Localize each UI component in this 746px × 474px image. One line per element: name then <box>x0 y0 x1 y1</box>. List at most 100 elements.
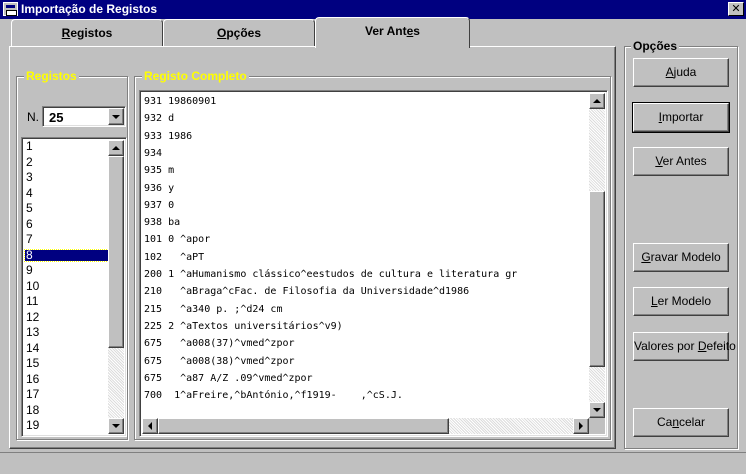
list-item[interactable]: 15 <box>25 357 120 369</box>
tab-label: Ver Ant <box>365 24 407 38</box>
close-icon: ✕ <box>731 3 741 15</box>
button-label: Ca <box>656 415 673 429</box>
tab-label: pções <box>226 26 262 40</box>
list-item[interactable]: 11 <box>25 295 120 307</box>
tab-label: s <box>413 24 420 38</box>
text-horizontal-scrollbar[interactable] <box>142 418 589 434</box>
registos-group: Registos N. 25 1 2 3 4 5 6 7 8 9 10 11 12 13 14 15 16 17… <box>16 69 128 440</box>
list-item[interactable]: 16 <box>25 373 120 385</box>
record-line: 931 19860901 <box>144 96 217 107</box>
gravar-modelo-button[interactable]: Gravar Modelo <box>633 243 729 272</box>
registos-listbox[interactable]: 1 2 3 4 5 6 7 8 9 10 11 12 13 14 15 16 17 18 19 <box>21 137 127 437</box>
button-label: celar <box>679 415 706 429</box>
list-scroll-down-button[interactable] <box>108 418 124 434</box>
valores-por-defeito-button[interactable]: Valores por Defeito <box>633 332 736 361</box>
n-value: 25 <box>49 110 64 125</box>
record-line: 934 <box>144 147 163 159</box>
list-item[interactable]: 18 <box>25 404 120 416</box>
text-vertical-scrollbar[interactable] <box>589 93 605 418</box>
list-item[interactable]: 14 <box>25 342 120 354</box>
app-icon <box>3 2 18 16</box>
record-line: 675 ^a87 A/Z .09^vmed^zpor <box>144 372 313 384</box>
text-scroll-right-button[interactable] <box>573 418 589 434</box>
record-line: 200 1 ^aHumanismo clássico^eestudos de c… <box>144 269 518 280</box>
record-line: 700 1^aFreire,^bAntónio,^f1919- ,^cS.J. <box>144 390 403 402</box>
list-item[interactable]: 6 <box>25 218 120 230</box>
chevron-down-icon <box>112 114 120 119</box>
button-mnemonic: n <box>672 415 679 429</box>
importar-button[interactable]: Importar <box>632 102 730 133</box>
scrollbar-corner <box>589 418 605 434</box>
list-item[interactable]: 19 <box>25 419 120 431</box>
record-line: 935 m <box>144 165 175 177</box>
n-dropdown-button[interactable] <box>108 108 124 125</box>
list-item[interactable]: 8 <box>24 248 121 262</box>
list-item[interactable]: 4 <box>25 187 120 199</box>
list-item[interactable]: 10 <box>25 280 120 292</box>
close-button[interactable]: ✕ <box>728 2 744 16</box>
button-label: er Modelo <box>657 294 712 308</box>
record-line: 675 ^a008(38)^vmed^zpor <box>144 355 295 367</box>
button-label: mportar <box>662 110 704 124</box>
list-item[interactable]: 3 <box>25 171 120 183</box>
button-mnemonic: L <box>650 294 658 308</box>
n-combobox[interactable]: 25 <box>42 106 126 127</box>
record-line: 933 1986 <box>144 130 193 142</box>
list-scrollbar[interactable] <box>108 140 124 434</box>
text-horizontal-thumb[interactable] <box>158 418 449 434</box>
arrow-down-icon <box>593 408 601 412</box>
record-line: 936 y <box>144 182 175 194</box>
tab-registos[interactable]: Registos <box>11 19 163 47</box>
record-line: 938 ba <box>144 217 181 229</box>
window-title: Importação de Registos <box>21 2 158 16</box>
list-item[interactable]: 2 <box>25 156 120 168</box>
tab-ver-antes[interactable]: Ver Antes <box>315 17 470 48</box>
record-line: 210 ^aBraga^cFac. de Filosofia da Univer… <box>144 286 470 298</box>
text-scroll-up-button[interactable] <box>589 93 605 109</box>
text-scroll-left-button[interactable] <box>142 418 158 434</box>
list-scroll-thumb[interactable] <box>108 156 124 348</box>
opcoes-group: Opções Ajuda Importar Ver Antes Gravar Mode… <box>624 39 738 449</box>
list-item[interactable]: 17 <box>25 388 120 400</box>
n-label: N. <box>27 110 39 124</box>
opcoes-group-title: Opções <box>631 39 680 53</box>
arrow-left-icon <box>148 422 152 430</box>
button-mnemonic: A <box>665 65 674 79</box>
list-item[interactable]: 13 <box>25 326 120 338</box>
button-label: efeito <box>706 339 736 353</box>
tab-mnemonic: O <box>216 26 227 40</box>
button-label: juda <box>673 65 697 79</box>
record-line: 215 ^a340 p. ;^d24 cm <box>144 303 283 315</box>
text-vertical-thumb[interactable] <box>589 191 605 367</box>
record-line: 937 0 <box>144 199 175 211</box>
arrow-up-icon <box>593 99 601 103</box>
ajuda-button[interactable]: Ajuda <box>633 58 729 87</box>
list-item[interactable]: 9 <box>25 264 120 276</box>
record-line: 225 2 ^aTextos universitários^v9) <box>144 320 343 332</box>
record-line: 675 ^a008(37)^vmed^zpor <box>144 338 295 350</box>
record-line: 102 ^aPT <box>144 251 205 263</box>
tab-label: egistos <box>70 26 113 40</box>
list-item[interactable]: 5 <box>25 202 120 214</box>
record-line: 932 d <box>144 113 175 125</box>
registos-group-title: Registos <box>24 69 79 83</box>
arrow-right-icon <box>579 422 583 430</box>
text-scroll-down-button[interactable] <box>589 402 605 418</box>
list-scroll-up-button[interactable] <box>108 140 124 156</box>
list-item[interactable]: 1 <box>25 140 120 152</box>
ver-antes-button[interactable]: Ver Antes <box>633 147 729 176</box>
arrow-up-icon <box>112 146 120 150</box>
button-mnemonic: G <box>641 250 651 264</box>
list-item[interactable]: 12 <box>25 311 120 323</box>
cancelar-button[interactable]: Cancelar <box>633 408 729 437</box>
registo-completo-group: Registo Completo 931 19860901 932 d 933 19… <box>134 69 611 440</box>
registo-completo-group-title: Registo Completo <box>142 69 249 83</box>
button-label: Valores por <box>634 339 698 353</box>
list-item[interactable]: 7 <box>25 233 120 245</box>
registo-completo-textview[interactable]: 931 19860901 932 d 933 1986 934 935 m 936 y 93… <box>139 90 608 437</box>
button-label: ravar Modelo <box>650 250 721 264</box>
button-label: er Antes <box>662 154 707 168</box>
ler-modelo-button[interactable]: Ler Modelo <box>633 287 729 316</box>
arrow-down-icon <box>112 424 120 428</box>
tab-opcoes[interactable]: Opções <box>163 19 315 47</box>
